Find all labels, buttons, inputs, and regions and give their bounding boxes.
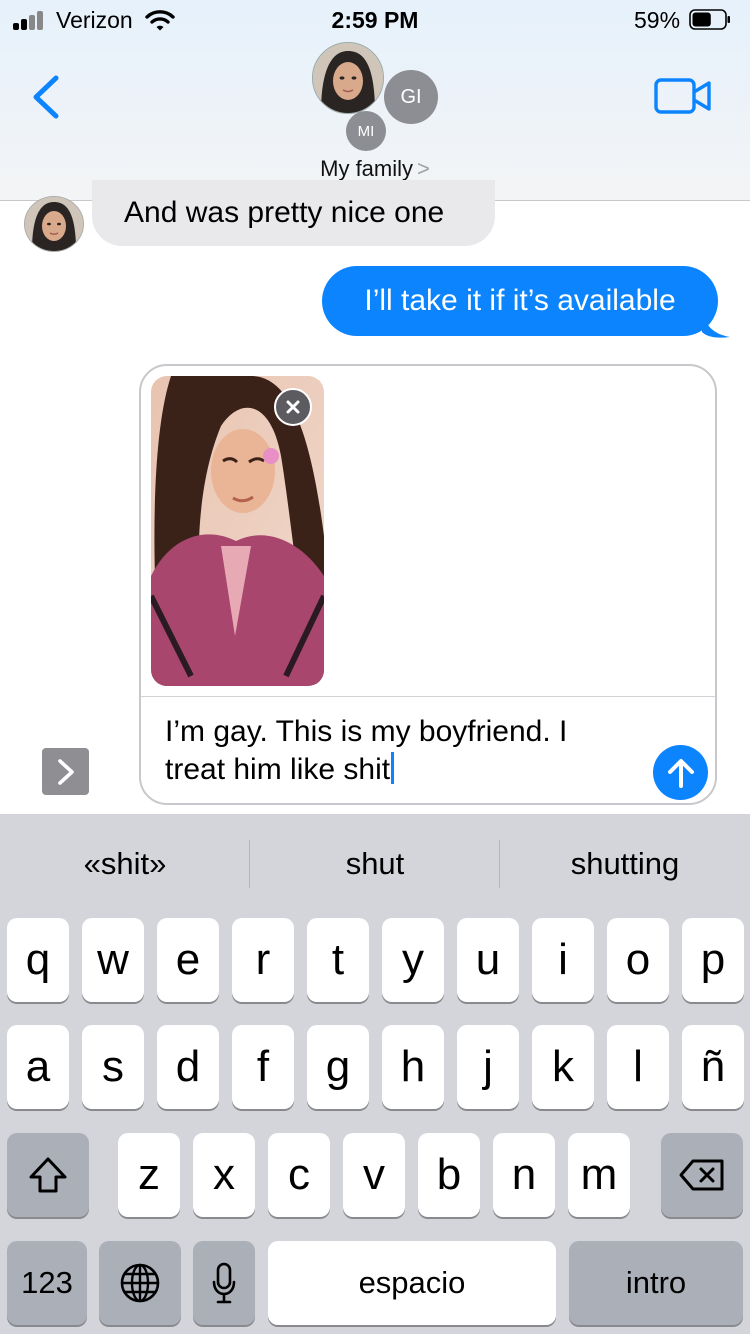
suggestion-3[interactable]: shutting <box>501 820 749 908</box>
key-a[interactable]: a <box>7 1025 69 1109</box>
suggestion-divider <box>249 840 250 888</box>
key-x[interactable]: x <box>193 1133 255 1217</box>
key-f[interactable]: f <box>232 1025 294 1109</box>
close-icon <box>286 400 300 414</box>
back-button[interactable] <box>28 74 68 120</box>
numbers-key[interactable]: 123 <box>7 1241 87 1325</box>
send-button[interactable] <box>653 745 708 800</box>
video-call-button[interactable] <box>654 78 712 114</box>
globe-key[interactable] <box>99 1241 181 1325</box>
key-n[interactable]: n <box>493 1133 555 1217</box>
suggestion-2[interactable]: shut <box>251 820 499 908</box>
message-text: I’ll take it if it’s available <box>364 284 676 317</box>
key-v[interactable]: v <box>343 1133 405 1217</box>
key-e[interactable]: e <box>157 918 219 1002</box>
compose-divider <box>141 696 715 697</box>
battery-percent: 59% <box>634 7 681 33</box>
group-name: My family <box>320 156 414 181</box>
key-n-tilde[interactable]: ñ <box>682 1025 744 1109</box>
key-b[interactable]: b <box>418 1133 480 1217</box>
group-name-button[interactable]: My family > <box>0 156 750 182</box>
arrow-up-icon <box>667 758 694 788</box>
key-u[interactable]: u <box>457 918 519 1002</box>
key-z[interactable]: z <box>118 1133 180 1217</box>
key-p[interactable]: p <box>682 918 744 1002</box>
delete-icon <box>679 1159 724 1191</box>
message-input-text: I’m gay. This is my boyfriend. I treat h… <box>165 715 568 786</box>
key-g[interactable]: g <box>307 1025 369 1109</box>
key-i[interactable]: i <box>532 918 594 1002</box>
group-avatar-mi[interactable]: MI <box>346 111 386 151</box>
person-icon <box>313 43 383 113</box>
expand-apps-button[interactable] <box>42 748 89 795</box>
key-j[interactable]: j <box>457 1025 519 1109</box>
status-bar: Verizon 2:59 PM 59% <box>0 0 750 40</box>
person-icon <box>25 197 83 251</box>
key-k[interactable]: k <box>532 1025 594 1109</box>
sender-avatar <box>24 196 84 252</box>
outgoing-message-bubble[interactable]: I’ll take it if it’s available <box>322 266 718 336</box>
incoming-message-bubble[interactable]: And was pretty nice one <box>92 180 495 246</box>
microphone-icon <box>212 1262 236 1304</box>
chevron-right-icon: > <box>417 156 430 181</box>
suggestion-1[interactable]: «shit» <box>1 820 249 908</box>
suggestion-divider <box>499 840 500 888</box>
return-key[interactable]: intro <box>569 1241 743 1325</box>
space-key[interactable]: espacio <box>268 1241 556 1325</box>
globe-icon <box>120 1263 160 1303</box>
key-m[interactable]: m <box>568 1133 630 1217</box>
key-d[interactable]: d <box>157 1025 219 1109</box>
chevron-right-icon <box>57 758 74 785</box>
key-w[interactable]: w <box>82 918 144 1002</box>
battery-icon <box>689 9 730 30</box>
group-avatar-gi[interactable]: GI <box>384 70 438 124</box>
key-q[interactable]: q <box>7 918 69 1002</box>
key-t[interactable]: t <box>307 918 369 1002</box>
message-input[interactable]: I’m gay. This is my boyfriend. I treat h… <box>165 713 635 789</box>
key-y[interactable]: y <box>382 918 444 1002</box>
key-r[interactable]: r <box>232 918 294 1002</box>
key-c[interactable]: c <box>268 1133 330 1217</box>
text-cursor <box>391 752 395 784</box>
remove-attachment-button[interactable] <box>274 388 312 426</box>
group-avatar-photo[interactable] <box>312 42 384 114</box>
key-o[interactable]: o <box>607 918 669 1002</box>
shift-key[interactable] <box>7 1133 89 1217</box>
delete-key[interactable] <box>661 1133 743 1217</box>
shift-icon <box>29 1157 67 1193</box>
key-h[interactable]: h <box>382 1025 444 1109</box>
key-l[interactable]: l <box>607 1025 669 1109</box>
dictation-key[interactable] <box>193 1241 255 1325</box>
bubble-tail <box>702 308 730 338</box>
key-s[interactable]: s <box>82 1025 144 1109</box>
